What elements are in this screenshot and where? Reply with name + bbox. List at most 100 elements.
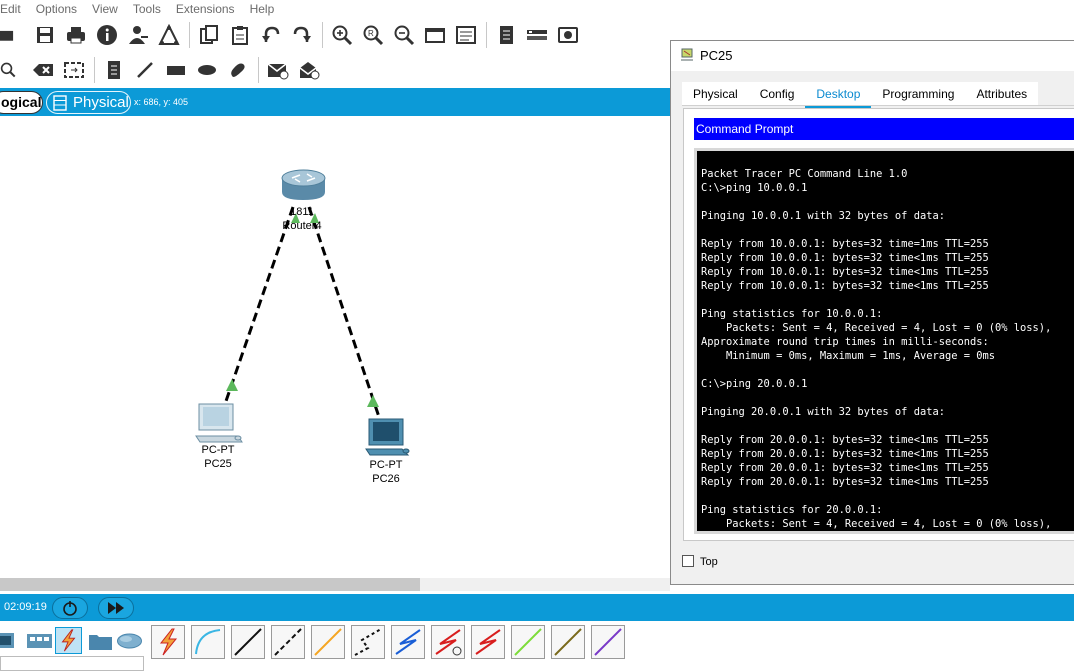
device-model-list[interactable] [0,656,144,671]
network-devices-icon[interactable] [26,627,53,654]
copy-icon[interactable] [196,22,222,48]
end-devices-icon[interactable] [0,627,27,654]
fast-forward-button[interactable] [98,597,134,619]
command-prompt-title: Command Prompt [694,118,1074,140]
window-title: PC25 [700,48,733,63]
pc26-model-label: PC-PT [369,459,403,471]
coaxial-icon[interactable] [391,625,425,659]
user-icon[interactable] [125,22,151,48]
add-pdu-icon[interactable] [265,57,291,83]
cursor-coordinates: x: 686, y: 405 [134,97,189,107]
tab-config[interactable]: Config [749,82,806,106]
freeform-icon[interactable] [225,57,251,83]
pc25-model-label: PC-PT [201,444,235,456]
octal-icon[interactable] [511,625,545,659]
command-prompt-console[interactable]: Packet Tracer PC Command Line 1.0 C:\>pi… [694,148,1074,534]
link-router-pc26[interactable] [307,206,382,421]
resize-icon[interactable] [61,57,87,83]
save-icon[interactable] [32,22,58,48]
redo-icon[interactable] [289,22,315,48]
info-icon[interactable] [94,22,120,48]
simulation-bar [0,594,1074,621]
pc-icon[interactable] [195,403,243,443]
usb-icon[interactable] [591,625,625,659]
menu-edit[interactable]: Edit [0,2,21,16]
console-output[interactable]: Packet Tracer PC Command Line 1.0 C:\>pi… [697,151,1074,531]
tab-physical[interactable]: Physical [682,82,749,106]
logical-view-tab[interactable]: ogical [0,91,43,114]
line-icon[interactable] [132,57,158,83]
power-cycle-button[interactable] [52,597,88,619]
topology-canvas[interactable] [0,116,670,578]
rectangle-icon[interactable] [163,57,189,83]
console-cable-icon[interactable] [191,625,225,659]
iot-icon[interactable] [551,625,585,659]
top-checkbox-label: Top [700,556,718,568]
router-name-label: Router4 [282,220,322,232]
serial-dce-icon[interactable] [431,625,465,659]
menu-extensions[interactable]: Extensions [176,2,235,16]
physical-view-tab[interactable]: Physical [46,91,131,114]
multiuser-icon[interactable] [116,627,143,654]
physical-view-icon [53,95,67,111]
serial-dte-icon[interactable] [471,625,505,659]
phone-icon[interactable] [351,625,385,659]
fiber-icon[interactable] [311,625,345,659]
connections-icon[interactable] [55,627,82,654]
undo-icon[interactable] [258,22,284,48]
main-toolbar: R [0,18,586,52]
notes-icon[interactable] [493,22,519,48]
print-icon[interactable] [63,22,89,48]
tab-desktop[interactable]: Desktop [805,82,872,108]
pc25-name-label: PC25 [204,458,232,470]
top-checkbox[interactable] [682,555,694,567]
fast-forward-icon [108,602,124,614]
copper-straight-icon[interactable] [231,625,265,659]
scrollbar-thumb[interactable] [0,578,420,591]
router-model-label: 1811 [290,206,314,218]
pc-icon[interactable] [365,418,410,456]
router-icon[interactable] [281,169,326,200]
network-icon[interactable] [156,22,182,48]
tab-programming[interactable]: Programming [871,82,965,106]
time-display: 02:09:19 [4,601,47,613]
miscellaneous-icon[interactable] [87,627,114,654]
zoom-reset-icon[interactable]: R [360,22,386,48]
edit-toolbar [0,54,327,86]
copper-cross-icon[interactable] [271,625,305,659]
delete-icon[interactable] [30,57,56,83]
toolbar-divider [486,22,487,48]
device-icon[interactable] [524,22,550,48]
palette-icon[interactable] [453,22,479,48]
toolbar-divider [322,22,323,48]
device-tabs: Physical Config Desktop Programming Attr… [682,82,1039,108]
menu-options[interactable]: Options [36,2,77,16]
add-complex-pdu-icon[interactable] [296,57,322,83]
paste-icon[interactable] [227,22,253,48]
menu-tools[interactable]: Tools [133,2,161,16]
menu-view[interactable]: View [92,2,118,16]
svg-text:R: R [368,29,374,38]
folder-icon[interactable] [0,22,18,48]
ellipse-icon[interactable] [194,57,220,83]
pc-window-icon [681,48,693,61]
link-router-pc25[interactable] [223,206,295,405]
toolbar-divider [189,22,190,48]
automatic-connection-icon[interactable] [151,625,185,659]
pc26-name-label: PC26 [372,473,400,485]
window-icon[interactable] [422,22,448,48]
link-up-indicator [367,395,379,407]
tab-attributes[interactable]: Attributes [965,82,1038,106]
zoom-out-icon[interactable] [391,22,417,48]
link-up-indicator [226,379,238,391]
select-icon[interactable] [0,57,18,83]
toolbar-divider [94,57,95,83]
toolbar-divider [258,57,259,83]
menu-bar: Edit Options View Tools Extensions Help [0,0,1074,17]
image-icon[interactable] [555,22,581,48]
zoom-in-icon[interactable] [329,22,355,48]
note-icon[interactable] [101,57,127,83]
power-cycle-icon [63,601,77,616]
physical-view-label: Physical [73,94,129,111]
menu-help[interactable]: Help [250,2,275,16]
